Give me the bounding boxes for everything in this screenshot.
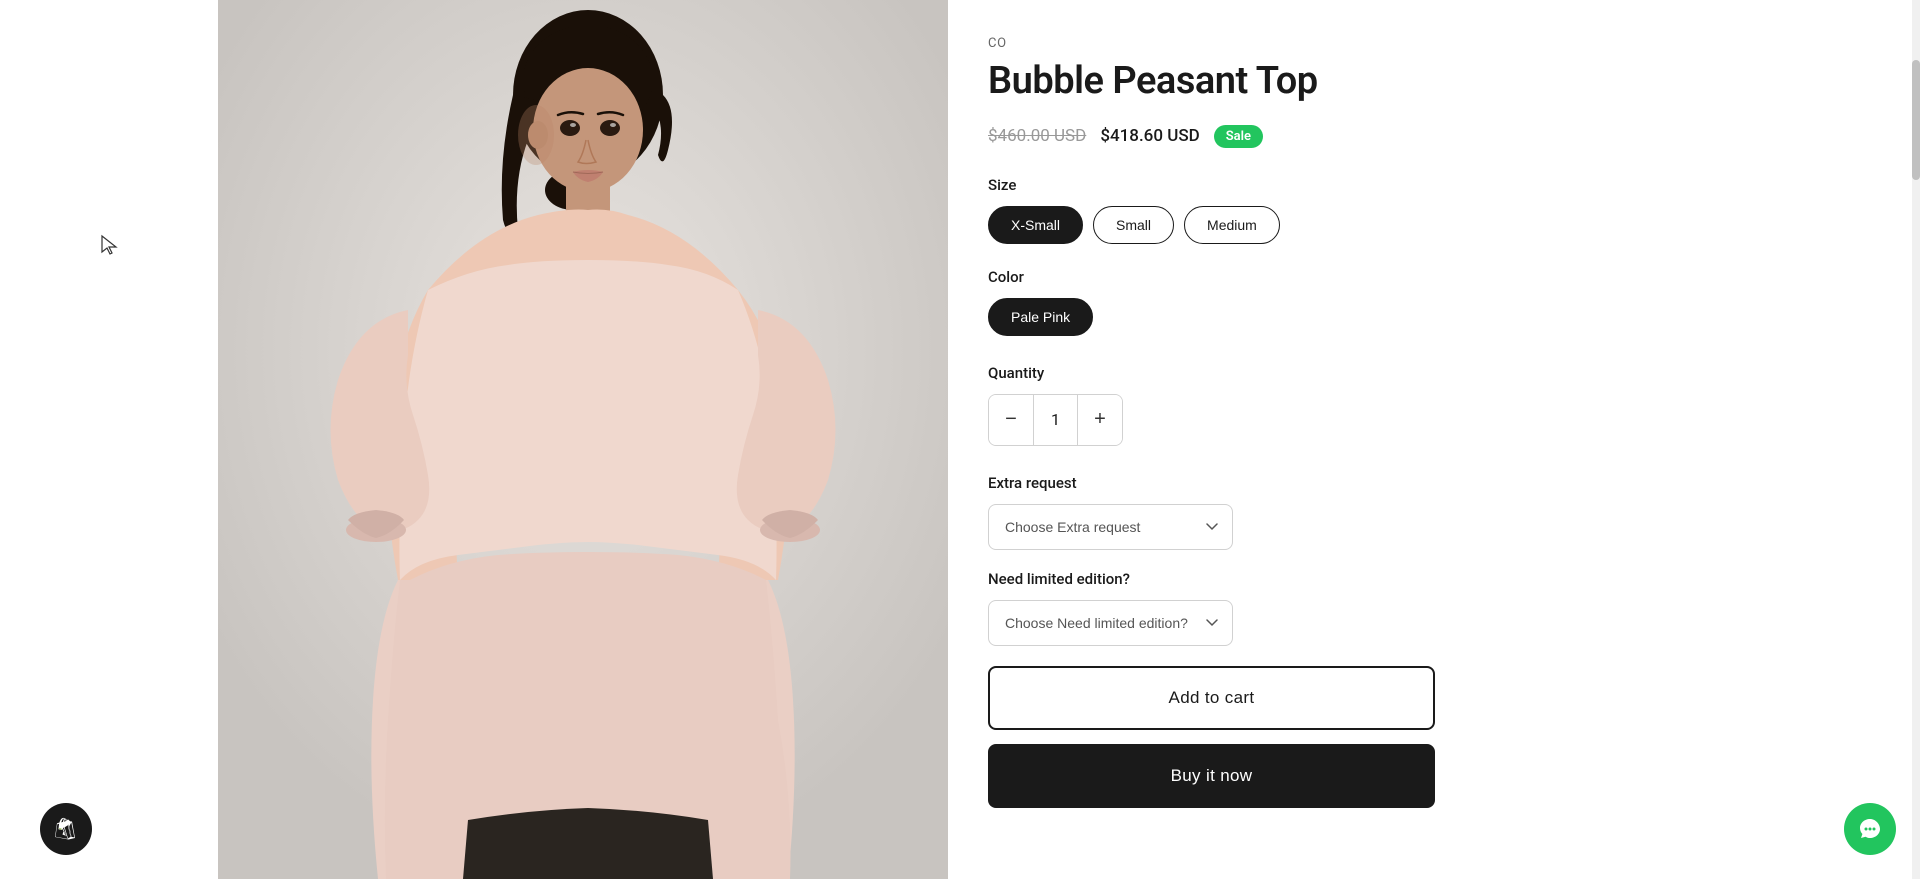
brand-label: CO bbox=[988, 36, 1872, 51]
size-option-xsmall[interactable]: X-Small bbox=[988, 206, 1083, 244]
size-label: Size bbox=[988, 176, 1872, 194]
cursor bbox=[100, 234, 120, 262]
chat-icon bbox=[1857, 816, 1883, 842]
scrollbar[interactable] bbox=[1912, 0, 1920, 879]
quantity-decrease-button[interactable]: − bbox=[989, 395, 1033, 445]
limited-edition-label: Need limited edition? bbox=[988, 570, 1872, 588]
product-image bbox=[218, 0, 948, 879]
limited-edition-section: Need limited edition? Choose Need limite… bbox=[988, 570, 1872, 646]
add-to-cart-button[interactable]: Add to cart bbox=[988, 666, 1435, 730]
sale-badge: Sale bbox=[1214, 125, 1263, 148]
product-image-area bbox=[218, 0, 948, 879]
left-spacer bbox=[0, 0, 218, 879]
color-options: Pale Pink bbox=[988, 298, 1872, 336]
size-option-small[interactable]: Small bbox=[1093, 206, 1174, 244]
shopify-icon bbox=[52, 815, 80, 843]
quantity-value: 1 bbox=[1033, 395, 1078, 445]
quantity-label: Quantity bbox=[988, 364, 1872, 382]
product-detail-panel: CO Bubble Peasant Top $460.00 USD $418.6… bbox=[948, 0, 1920, 879]
limited-edition-select[interactable]: Choose Need limited edition? bbox=[988, 600, 1233, 646]
quantity-increase-button[interactable]: + bbox=[1078, 395, 1122, 445]
price-row: $460.00 USD $418.60 USD Sale bbox=[988, 125, 1872, 148]
chat-button[interactable] bbox=[1844, 803, 1896, 855]
product-title: Bubble Peasant Top bbox=[988, 59, 1872, 105]
original-price: $460.00 USD bbox=[988, 126, 1086, 146]
shopify-badge[interactable] bbox=[40, 803, 92, 855]
extra-request-label: Extra request bbox=[988, 474, 1872, 492]
scrollbar-thumb[interactable] bbox=[1912, 60, 1920, 180]
size-options: X-Small Small Medium bbox=[988, 206, 1872, 244]
color-option-pale-pink[interactable]: Pale Pink bbox=[988, 298, 1093, 336]
extra-request-section: Extra request Choose Extra request bbox=[988, 474, 1872, 550]
quantity-control: − 1 + bbox=[988, 394, 1123, 446]
sale-price: $418.60 USD bbox=[1100, 126, 1199, 146]
size-option-medium[interactable]: Medium bbox=[1184, 206, 1280, 244]
color-label: Color bbox=[988, 268, 1872, 286]
buy-now-button[interactable]: Buy it now bbox=[988, 744, 1435, 808]
quantity-section: Quantity − 1 + bbox=[988, 364, 1872, 446]
extra-request-select[interactable]: Choose Extra request bbox=[988, 504, 1233, 550]
